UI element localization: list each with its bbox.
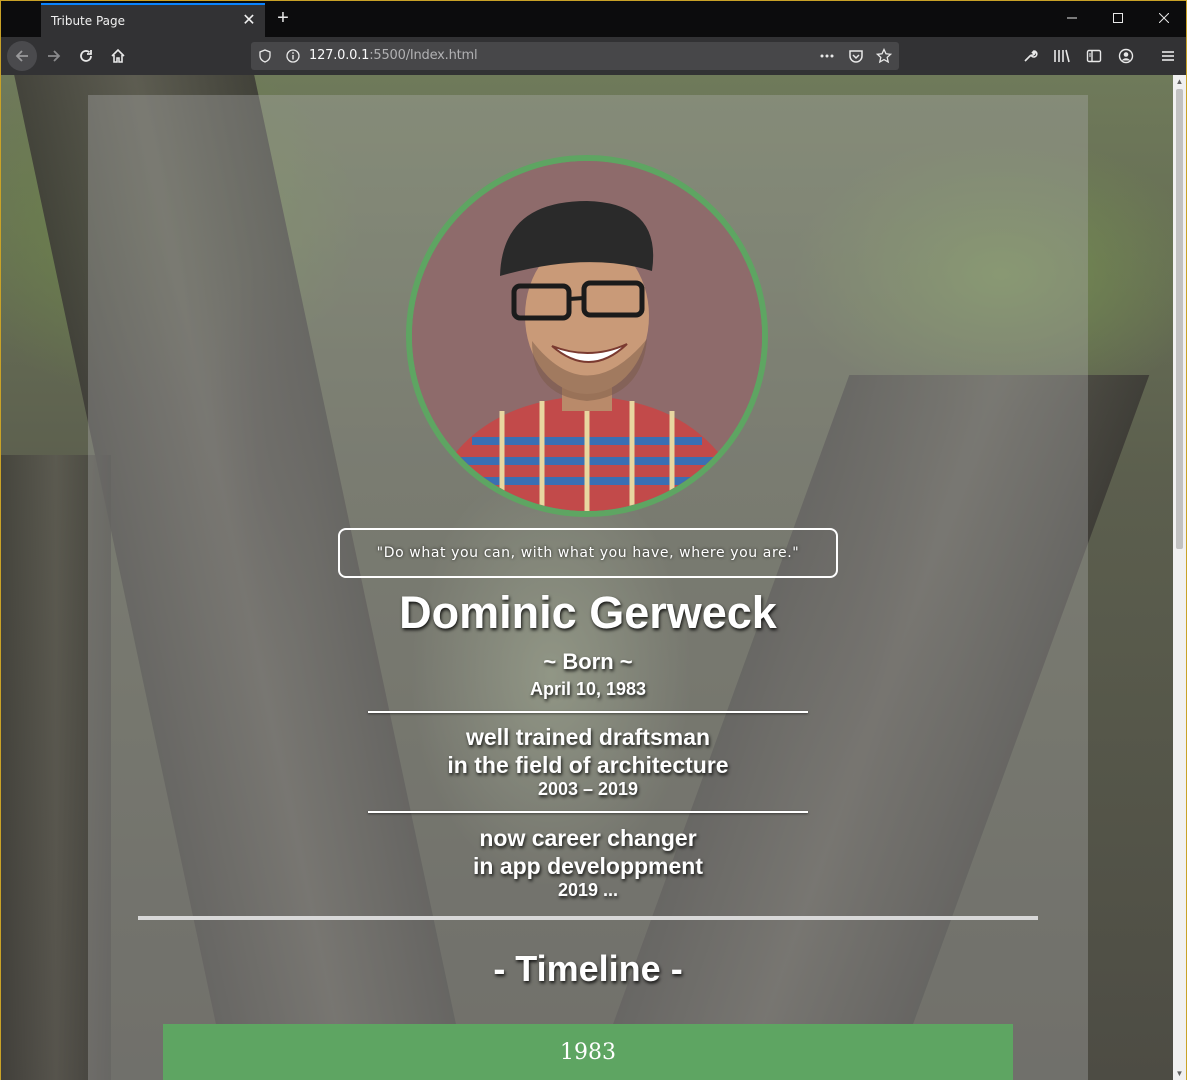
born-label: ~ Born ~	[543, 649, 633, 674]
quote-text: "Do what you can, with what you have, wh…	[376, 545, 800, 561]
divider	[368, 811, 808, 813]
career-2-field: in app developpment	[472, 853, 704, 879]
arrow-right-icon	[48, 50, 61, 62]
address-bar[interactable]: 127.0.0.1:5500/Index.html	[251, 42, 899, 70]
close-window-button[interactable]	[1141, 5, 1187, 31]
forward-button[interactable]	[39, 41, 69, 71]
shield-icon[interactable]	[257, 48, 273, 64]
portrait-image	[412, 161, 762, 511]
minimize-icon	[1067, 17, 1077, 19]
new-tab-button[interactable]: +	[271, 7, 295, 31]
scrollbar-thumb[interactable]	[1176, 89, 1183, 549]
page-title: Dominic Gerweck	[399, 587, 777, 638]
career-section-2: now career changer in app developpment 2…	[88, 824, 1088, 901]
info-icon[interactable]	[285, 48, 301, 64]
url-path: :5500/Index.html	[369, 48, 478, 63]
maximize-button[interactable]	[1095, 5, 1141, 31]
career-2-title: now career changer	[479, 825, 697, 851]
sidebar-button[interactable]	[1079, 41, 1109, 71]
timeline-year-bar: 1983	[163, 1024, 1013, 1080]
reload-icon	[80, 50, 92, 62]
navigation-toolbar: 127.0.0.1:5500/Index.html	[1, 37, 1186, 75]
page-viewport: "Do what you can, with what you have, wh…	[1, 75, 1186, 1080]
close-icon	[1159, 13, 1169, 23]
tab-tribute-page[interactable]: Tribute Page ✕	[41, 3, 265, 37]
pocket-icon[interactable]	[848, 48, 864, 64]
divider	[368, 711, 808, 713]
career-2-years: 2019 ...	[557, 880, 619, 900]
scroll-down-arrow-icon[interactable]: ▼	[1173, 1067, 1186, 1080]
menu-button[interactable]	[1153, 41, 1183, 71]
section-divider	[138, 916, 1038, 920]
born-date: April 10, 1983	[529, 679, 647, 699]
tab-strip: Tribute Page ✕ +	[1, 1, 1186, 37]
browser-window: Tribute Page ✕ + 127.0.0.1:5500/Index.ht…	[0, 0, 1187, 1080]
maximize-icon	[1113, 13, 1123, 23]
more-actions-icon[interactable]	[819, 48, 835, 64]
back-button[interactable]	[7, 41, 37, 71]
quote-box: "Do what you can, with what you have, wh…	[338, 528, 838, 578]
sidebar-icon	[1086, 49, 1102, 63]
home-icon	[111, 48, 125, 63]
library-icon	[1054, 49, 1070, 63]
career-1-title: well trained draftsman	[465, 724, 711, 750]
career-1-years: 2003 – 2019	[537, 779, 639, 799]
library-button[interactable]	[1047, 41, 1077, 71]
home-button[interactable]	[103, 41, 133, 71]
account-icon	[1118, 48, 1134, 64]
close-tab-icon[interactable]: ✕	[239, 11, 259, 31]
career-1-field: in the field of architecture	[447, 752, 729, 778]
url-text: 127.0.0.1:5500/Index.html	[309, 48, 478, 63]
scroll-up-arrow-icon[interactable]: ▲	[1173, 75, 1186, 88]
bookmark-star-icon[interactable]	[876, 48, 892, 64]
minimize-button[interactable]	[1049, 5, 1095, 31]
profile-photo	[406, 155, 768, 517]
vertical-scrollbar[interactable]: ▲ ▼	[1173, 75, 1186, 1080]
timeline-heading: - Timeline -	[493, 948, 683, 989]
hamburger-menu-icon	[1162, 51, 1174, 61]
wrench-icon	[1024, 50, 1038, 62]
timeline-year: 1983	[560, 1039, 616, 1065]
developer-tools-button[interactable]	[1015, 41, 1045, 71]
reload-button[interactable]	[71, 41, 101, 71]
account-button[interactable]	[1111, 41, 1141, 71]
url-host: 127.0.0.1	[309, 48, 370, 63]
arrow-left-icon	[15, 50, 28, 62]
career-section-1: well trained draftsman in the field of a…	[88, 723, 1088, 800]
tab-title: Tribute Page	[51, 14, 126, 28]
